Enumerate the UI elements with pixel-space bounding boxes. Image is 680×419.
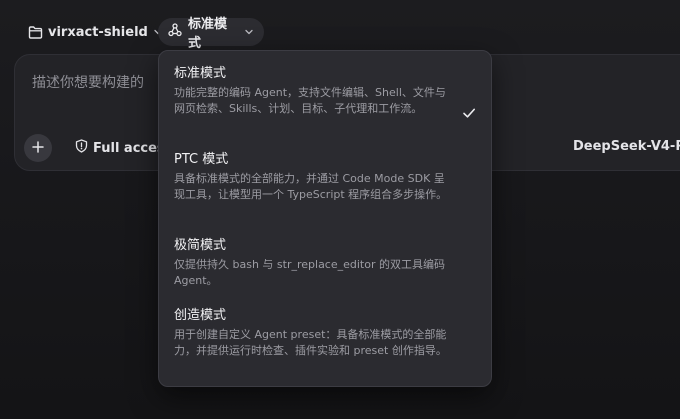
option-description: 功能完整的编码 Agent，支持文件编辑、Shell、文件与网页检索、Skill… — [174, 86, 446, 115]
shield-icon — [75, 139, 88, 157]
project-name: virxact-shield — [48, 24, 148, 40]
mode-dropdown-menu: 标准模式 功能完整的编码 Agent，支持文件编辑、Shell、文件与网页检索、… — [158, 50, 492, 387]
plus-icon — [31, 139, 45, 158]
mode-selector[interactable]: 标准模式 — [158, 17, 264, 51]
option-description: 仅提供持久 bash 与 str_replace_editor 的双工具编码 A… — [174, 258, 445, 287]
option-title: 极简模式 — [174, 238, 227, 253]
chevron-down-icon — [244, 27, 254, 37]
option-description: 用于创建自定义 Agent preset：具备标准模式的全部能力，并提供运行时检… — [174, 328, 447, 357]
option-description: 具备标准模式的全部能力，并通过 Code Mode SDK 呈现工具，让模型用一… — [174, 172, 448, 201]
project-selector[interactable]: virxact-shield — [22, 18, 169, 46]
option-title: PTC 模式 — [174, 152, 229, 167]
model-selector[interactable]: DeepSeek-V4-Pro — [573, 139, 680, 157]
mode-option-ptc[interactable]: PTC 模式 具备标准模式的全部能力，并通过 Code Mode SDK 呈现工… — [159, 151, 491, 223]
prompt-input[interactable]: 描述你想要构建的 — [32, 72, 144, 92]
mode-label: 标准模式 — [188, 17, 228, 51]
mode-option-standard[interactable]: 标准模式 功能完整的编码 Agent，支持文件编辑、Shell、文件与网页检索、… — [159, 65, 491, 145]
folder-icon — [28, 25, 43, 39]
option-title: 创造模式 — [174, 308, 227, 323]
mode-graph-icon — [168, 23, 182, 41]
option-title: 标准模式 — [174, 66, 227, 81]
add-attachment-button[interactable] — [24, 134, 52, 162]
mode-option-create[interactable]: 创造模式 用于创建自定义 Agent preset：具备标准模式的全部能力，并提… — [159, 307, 491, 379]
mode-option-minimal[interactable]: 极简模式 仅提供持久 bash 与 str_replace_editor 的双工… — [159, 237, 491, 293]
check-icon — [462, 105, 476, 119]
app-window: virxact-shield 标准模式 描述你想要构建的 Full access… — [0, 0, 680, 419]
